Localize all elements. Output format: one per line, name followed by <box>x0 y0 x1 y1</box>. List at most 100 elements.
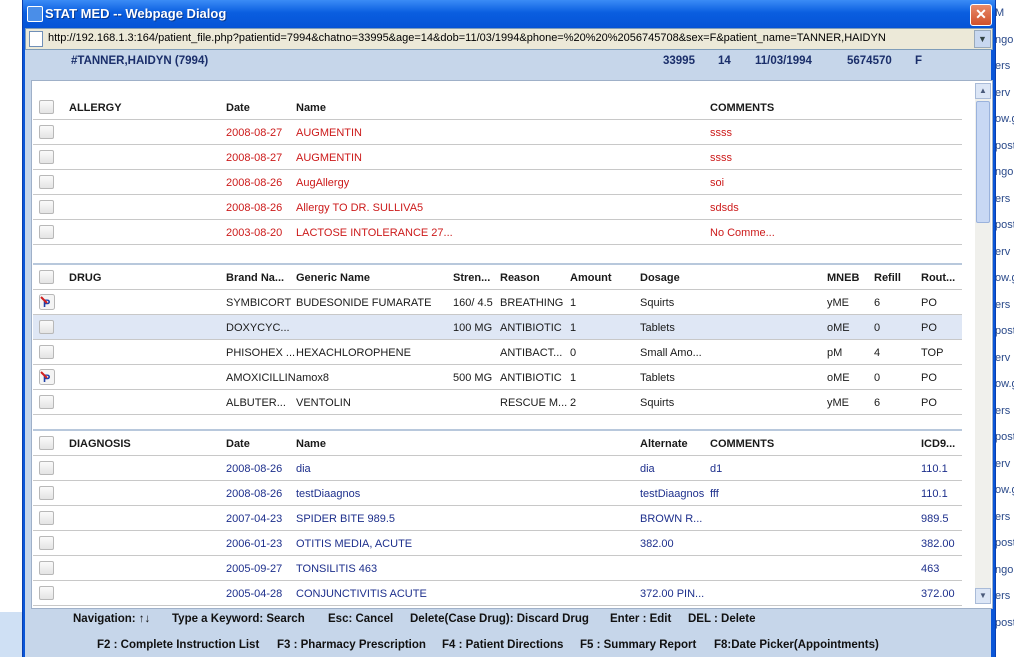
title-bar[interactable]: STAT MED -- Webpage Dialog ✕ <box>23 0 995 28</box>
vertical-scrollbar[interactable]: ▲ ▼ <box>975 83 991 604</box>
drug-generic: VENTOLIN <box>296 397 351 409</box>
prescription-icon[interactable]: P <box>39 369 55 385</box>
scroll-down-icon[interactable]: ▼ <box>975 588 991 604</box>
diagnosis-icd9: 110.1 <box>921 463 948 475</box>
diagnosis-alternate: 382.00 <box>640 538 674 550</box>
background-page-left <box>0 0 22 657</box>
prescription-icon[interactable]: P <box>39 294 55 310</box>
drug-amount: 2 <box>570 397 577 409</box>
row-checkbox[interactable] <box>39 586 54 600</box>
row-checkbox[interactable] <box>39 561 54 575</box>
row-checkbox[interactable] <box>39 395 54 409</box>
hint-f5: F5 : Summary Report <box>580 639 697 651</box>
diagnosis-row[interactable]: 2008-08-26 testDiaagnos testDiaagnos fff 110… <box>33 481 962 506</box>
drug-refill: 6 <box>874 297 881 309</box>
drug-row[interactable]: P AMOXICILLIN amox8 500 MG ANTIBIOTIC 1 Tablet… <box>33 365 962 390</box>
chevron-down-icon[interactable]: ▼ <box>974 30 991 48</box>
row-checkbox[interactable] <box>39 125 54 139</box>
drug-reason: ANTIBACT... <box>500 347 563 359</box>
allergy-row[interactable]: 2003-08-20 LACTOSE INTOLERANCE 27... No Co… <box>33 220 962 245</box>
hint-cancel: Esc: Cancel <box>328 613 394 625</box>
close-button[interactable]: ✕ <box>970 4 992 26</box>
drug-row[interactable]: P SYMBICORT BUDESONIDE FUMARATE 160/ 4.5 BRE… <box>33 290 962 315</box>
allergy-row[interactable]: 2008-08-26 Allergy TO DR. SULLIVA5 sdsds <box>33 195 962 220</box>
allergy-date: 2008-08-26 <box>226 202 283 214</box>
diagnosis-row[interactable]: 2007-04-23 SPIDER BITE 989.5 BROWN R... 989… <box>33 506 962 531</box>
drug-refill: 4 <box>874 347 881 359</box>
background-text: ow.g <box>995 484 1014 496</box>
diagnosis-row[interactable]: 2006-01-23 OTITIS MEDIA, ACUTE 382.00 382.0… <box>33 531 962 556</box>
row-checkbox[interactable] <box>39 150 54 164</box>
row-checkbox[interactable] <box>39 345 54 359</box>
address-bar[interactable]: http://192.168.1.3:164/patient_file.php?… <box>25 28 993 50</box>
background-text: post <box>995 431 1014 443</box>
row-checkbox[interactable] <box>39 270 54 284</box>
background-text: ers <box>995 298 1011 311</box>
column-header-mneb: MNEB <box>827 272 860 284</box>
patient-sex: F <box>915 55 923 67</box>
drug-header-row: DRUG Brand Na... Generic Name Stren... Reaso… <box>33 265 962 290</box>
diagnosis-date: 2007-04-23 <box>226 513 283 525</box>
drug-generic: BUDESONIDE FUMARATE <box>296 297 432 309</box>
drug-row[interactable]: ALBUTER... VENTOLIN RESCUE M... 2 Squirts yME… <box>33 390 962 415</box>
allergy-comments: ssss <box>710 127 732 139</box>
drug-row[interactable]: DOXYCYC... 100 MG ANTIBIOTIC 1 Tablets oME 0 PO <box>33 315 962 340</box>
drug-amount: 1 <box>570 322 577 334</box>
background-text: erv <box>995 457 1011 470</box>
dialog-content: #TANNER,HAIDYN (7994) 33995 14 11/03/199… <box>25 50 993 657</box>
drug-mneb: yME <box>827 397 849 409</box>
allergy-row[interactable]: 2008-08-27 AUGMENTIN ssss <box>33 120 962 145</box>
row-checkbox[interactable] <box>39 225 54 239</box>
row-checkbox[interactable] <box>39 100 54 114</box>
allergy-row[interactable]: 2008-08-27 AUGMENTIN ssss <box>33 145 962 170</box>
diagnosis-row[interactable]: 2008-08-26 dia dia d1 110.1 <box>33 456 962 481</box>
diagnosis-row[interactable]: 2005-09-27 TONSILITIS 463 463 <box>33 556 962 581</box>
drug-route: PO <box>921 297 937 309</box>
allergy-comments: ssss <box>710 152 732 164</box>
dialog-window: STAT MED -- Webpage Dialog ✕ http://192.… <box>22 0 996 657</box>
row-checkbox[interactable] <box>39 511 54 525</box>
diagnosis-date: 2005-09-27 <box>226 563 283 575</box>
column-header-route: Rout... <box>921 272 956 284</box>
hint-f4: F4 : Patient Directions <box>442 639 564 651</box>
row-checkbox[interactable] <box>39 536 54 550</box>
diagnosis-alternate: dia <box>640 463 655 475</box>
background-text: ers <box>995 192 1011 205</box>
diagnosis-row[interactable]: 2005-04-28 CONJUNCTIVITIS ACUTE 372.00 PIN… <box>33 581 962 606</box>
drug-route: PO <box>921 322 937 334</box>
row-checkbox[interactable] <box>39 200 54 214</box>
background-text: post <box>995 616 1014 629</box>
scroll-up-icon[interactable]: ▲ <box>975 83 991 99</box>
app-icon <box>27 6 43 22</box>
background-text: erv <box>995 86 1011 99</box>
row-checkbox[interactable] <box>39 175 54 189</box>
column-header-date: Date <box>226 438 250 450</box>
allergy-name: Allergy TO DR. SULLIVA5 <box>296 202 424 214</box>
records-panel[interactable]: ▲ ▼ ALLERGY Date Name COMMENTS 2008-08-27 AUG… <box>31 80 993 609</box>
background-page-right: Mngo ers erv ow.g post ngo ers post erv ow.g ers po… <box>994 0 1014 657</box>
drug-brand: PHISOHEX ... <box>226 347 296 359</box>
scroll-thumb[interactable] <box>976 101 990 223</box>
row-checkbox[interactable] <box>39 486 54 500</box>
column-header-comments: COMMENTS <box>710 102 775 114</box>
allergy-row[interactable]: 2008-08-26 AugAllergy soi <box>33 170 962 195</box>
drug-refill: 6 <box>874 397 881 409</box>
row-checkbox[interactable] <box>39 436 54 450</box>
url-text: http://192.168.1.3:164/patient_file.php?… <box>48 32 886 44</box>
column-header-icd9: ICD9... <box>921 438 956 450</box>
column-header-generic: Generic Name <box>296 272 370 284</box>
column-header-strength: Stren... <box>453 272 491 284</box>
row-checkbox[interactable] <box>39 461 54 475</box>
drug-row[interactable]: PHISOHEX ... HEXACHLOROPHENE ANTIBACT... 0 S… <box>33 340 962 365</box>
diagnosis-name: testDiaagnos <box>296 488 361 500</box>
drug-amount: 0 <box>570 347 577 359</box>
drug-brand: DOXYCYC... <box>226 322 290 334</box>
allergy-section-title: ALLERGY <box>69 102 122 114</box>
allergy-name: AUGMENTIN <box>296 127 362 139</box>
drug-strength: 160/ 4.5 <box>453 297 493 309</box>
hint-delete: DEL : Delete <box>688 613 756 625</box>
drug-brand: AMOXICILLIN <box>226 372 296 384</box>
hint-f3: F3 : Pharmacy Prescription <box>277 639 426 651</box>
drug-mneb: pM <box>827 347 843 359</box>
row-checkbox[interactable] <box>39 320 54 334</box>
